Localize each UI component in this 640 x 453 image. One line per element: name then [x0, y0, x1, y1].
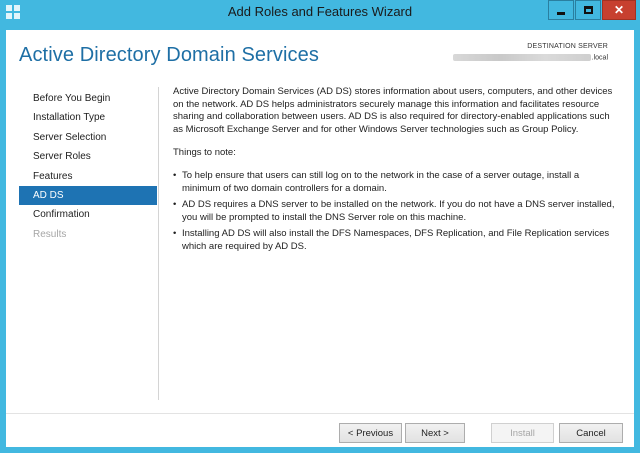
note-text: Installing AD DS will also install the D… — [182, 228, 610, 252]
nav-item-server-roles[interactable]: Server Roles — [19, 147, 157, 166]
maximize-button[interactable] — [575, 0, 601, 20]
nav-item-results: Results — [33, 228, 67, 240]
title-bar[interactable]: Add Roles and Features Wizard ✕ — [0, 0, 640, 24]
nav-item-features[interactable]: Features — [19, 167, 157, 186]
intro-paragraph: Active Directory Domain Services (AD DS)… — [173, 86, 613, 135]
nav-item-server-selection[interactable]: Server Selection — [19, 128, 157, 147]
cancel-button[interactable]: Cancel — [559, 423, 623, 443]
install-button: Install — [491, 423, 554, 443]
list-item: • Installing AD DS will also install the… — [173, 228, 618, 253]
list-item: • To help ensure that users can still lo… — [173, 170, 618, 195]
minimize-button[interactable] — [548, 0, 574, 20]
redacted-server-name — [452, 54, 591, 61]
footer-separator — [6, 413, 634, 414]
window-title: Add Roles and Features Wizard — [227, 4, 413, 19]
minimize-icon — [557, 11, 565, 15]
nav-divider — [158, 87, 159, 400]
previous-button[interactable]: < Previous — [339, 423, 402, 443]
notes-list: • To help ensure that users can still lo… — [173, 170, 618, 254]
bullet-icon: • — [173, 228, 177, 240]
next-button[interactable]: Next > — [405, 423, 465, 443]
notes-heading: Things to note: — [173, 147, 236, 159]
wizard-window: Add Roles and Features Wizard ✕ Active D… — [0, 0, 640, 453]
note-text: AD DS requires a DNS server to be instal… — [182, 199, 615, 223]
bullet-icon: • — [173, 199, 177, 211]
nav-item-installation-type[interactable]: Installation Type — [19, 108, 157, 127]
nav-item-confirmation[interactable]: Confirmation — [19, 205, 157, 224]
page-title: Active Directory Domain Services — [19, 44, 319, 66]
nav-item-ad-ds[interactable]: AD DS — [19, 185, 157, 206]
nav-item-before-you-begin[interactable]: Before You Begin — [19, 89, 157, 108]
close-icon: ✕ — [613, 3, 625, 17]
destination-server-value: .local — [452, 54, 608, 62]
bullet-icon: • — [173, 169, 177, 181]
maximize-icon — [583, 6, 593, 14]
destination-server-label: DESTINATION SERVER — [527, 43, 608, 50]
list-item: • AD DS requires a DNS server to be inst… — [173, 199, 618, 224]
wizard-nav: Before You Begin Installation Type Serve… — [19, 89, 157, 244]
content-pane: Active Directory Domain Services (AD DS)… — [173, 86, 618, 258]
wizard-client-area: Active Directory Domain Services DESTINA… — [6, 30, 634, 447]
close-button[interactable]: ✕ — [602, 0, 636, 20]
note-text: To help ensure that users can still log … — [182, 169, 580, 194]
destination-server-suffix: .local — [591, 54, 608, 62]
